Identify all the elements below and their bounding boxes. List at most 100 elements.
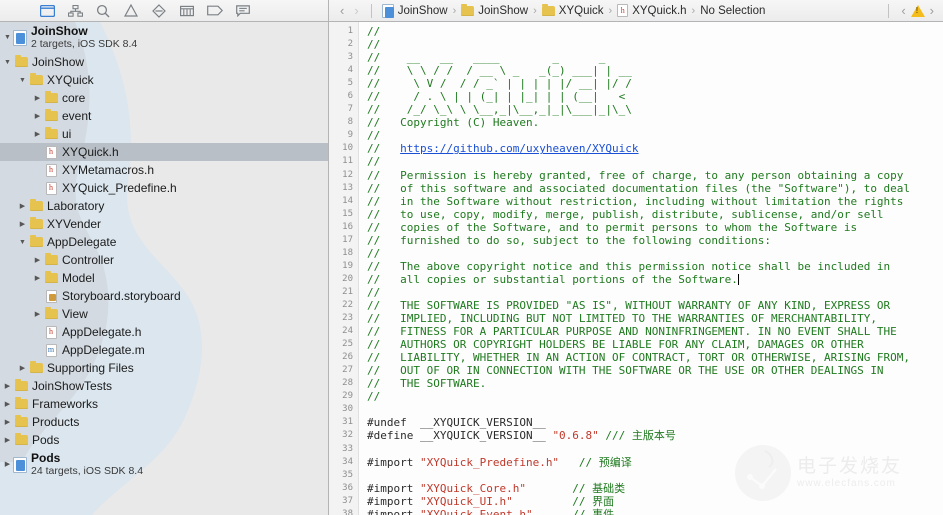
disclosure-triangle-icon[interactable]: ▶ xyxy=(32,275,43,282)
sidebar-item-event[interactable]: ▶event xyxy=(0,107,328,125)
previous-issue-button[interactable]: ‹ xyxy=(896,4,910,17)
sidebar-item-frameworks[interactable]: ▶Frameworks xyxy=(0,395,328,413)
disclosure-triangle-icon[interactable]: ▶ xyxy=(32,113,43,120)
project-navigator[interactable]: ▼ JoinShow 2 targets, iOS SDK 8.4 ▼JoinS… xyxy=(0,22,329,515)
pods-project-row[interactable]: ▶ Pods 24 targets, iOS SDK 8.4 xyxy=(0,449,328,480)
source-editor[interactable]: 1234567891011121314151617181920212223242… xyxy=(329,22,943,515)
project-name: JoinShow xyxy=(31,25,137,39)
code-token: #import xyxy=(367,495,420,508)
code-token: #import xyxy=(367,482,420,495)
sidebar-item-products[interactable]: ▶Products xyxy=(0,413,328,431)
folder-icon xyxy=(15,399,28,409)
line-number: 32 xyxy=(329,429,358,442)
item-icon xyxy=(43,255,59,265)
breadcrumb-item-xyquick[interactable]: XYQuick xyxy=(539,5,607,17)
code-token: // IMPLIED, INCLUDING BUT NOT LIMITED TO… xyxy=(367,312,877,325)
code-line: // of this software and associated docum… xyxy=(367,182,943,195)
code-line: // \ V / / / _` | | | | |/ __| |/ / xyxy=(367,77,943,90)
header-file-icon: h xyxy=(46,146,57,159)
code-line: // The above copyright notice and this p… xyxy=(367,260,943,273)
disclosure-triangle-icon[interactable]: ▶ xyxy=(17,203,28,210)
sidebar-item-label: JoinShowTests xyxy=(29,379,112,393)
debug-navigator-icon[interactable] xyxy=(174,1,200,21)
sidebar-item-joinshowtests[interactable]: ▶ JoinShowTests xyxy=(0,377,328,395)
code-line: // /_/ \_\ \ \__,_|\__,_|_|\___|_|\_\ xyxy=(367,103,943,116)
disclosure-triangle-icon[interactable]: ▶ xyxy=(2,461,13,468)
sidebar-item-appdelegate[interactable]: ▼AppDelegate xyxy=(0,233,328,251)
source-control-navigator-icon[interactable] xyxy=(62,1,88,21)
breadcrumb-item-no-selection[interactable]: No Selection xyxy=(697,5,768,17)
code-token: // of this software and associated docum… xyxy=(367,182,910,195)
line-number: 25 xyxy=(329,338,358,351)
disclosure-triangle-icon[interactable]: ▶ xyxy=(17,365,28,372)
folder-icon xyxy=(30,201,43,211)
item-icon xyxy=(43,93,59,103)
code-content[interactable]: ////// __ __ ____ _ _// \ \ / / / __ \ _… xyxy=(359,22,943,515)
disclosure-triangle-icon[interactable]: ▼ xyxy=(2,34,13,41)
breadcrumb-item-xyquick-h[interactable]: hXYQuick.h xyxy=(614,4,689,17)
line-number: 6 xyxy=(329,90,358,103)
folder-icon xyxy=(15,57,28,67)
code-token: // THE SOFTWARE. xyxy=(367,377,486,390)
disclosure-triangle-icon[interactable]: ▶ xyxy=(17,221,28,228)
search-navigator-icon[interactable] xyxy=(90,1,116,21)
sidebar-item-core[interactable]: ▶core xyxy=(0,89,328,107)
line-number: 2 xyxy=(329,38,358,51)
project-root-row[interactable]: ▼ JoinShow 2 targets, iOS SDK 8.4 xyxy=(0,22,328,53)
sidebar-item-xymetamacros-h[interactable]: ▶hXYMetamacros.h xyxy=(0,161,328,179)
code-line: // xyxy=(367,286,943,299)
sidebar-item-controller[interactable]: ▶Controller xyxy=(0,251,328,269)
disclosure-triangle-icon[interactable]: ▶ xyxy=(2,383,13,390)
disclosure-triangle-icon[interactable]: ▶ xyxy=(32,95,43,102)
jump-bar: ‹ › JoinShow›JoinShow›XYQuick›hXYQuick.h… xyxy=(329,0,943,21)
breadcrumb-item-joinshow[interactable]: JoinShow xyxy=(379,4,451,18)
text-cursor xyxy=(738,274,739,285)
breadcrumb-item-joinshow[interactable]: JoinShow xyxy=(458,5,531,17)
code-link[interactable]: https://github.com/uxyheaven/XYQuick xyxy=(400,142,638,155)
code-line: // THE SOFTWARE IS PROVIDED "AS IS", WIT… xyxy=(367,299,943,312)
code-token: // 预编译 xyxy=(559,456,632,469)
sidebar-item-xyquick-h[interactable]: ▶hXYQuick.h xyxy=(0,143,328,161)
sidebar-item-model[interactable]: ▶Model xyxy=(0,269,328,287)
sidebar-item-view[interactable]: ▶ View xyxy=(0,305,328,323)
disclosure-triangle-icon[interactable]: ▼ xyxy=(17,239,28,246)
back-button[interactable]: ‹ xyxy=(335,4,349,17)
disclosure-triangle-icon[interactable]: ▼ xyxy=(2,59,13,66)
disclosure-triangle-icon[interactable]: ▶ xyxy=(2,419,13,426)
disclosure-triangle-icon[interactable]: ▶ xyxy=(32,257,43,264)
code-line: // copies of the Software, and to permit… xyxy=(367,221,943,234)
sidebar-item-xyquick-predefine-h[interactable]: ▶hXYQuick_Predefine.h xyxy=(0,179,328,197)
disclosure-triangle-icon[interactable]: ▼ xyxy=(17,77,28,84)
folder-navigator-icon[interactable] xyxy=(34,1,60,21)
forward-button[interactable]: › xyxy=(349,4,363,17)
sidebar-item-xyvender[interactable]: ▶XYVender xyxy=(0,215,328,233)
code-line: // xyxy=(367,25,943,38)
code-line: // FITNESS FOR A PARTICULAR PURPOSE AND … xyxy=(367,325,943,338)
sidebar-item-appdelegate-h[interactable]: ▶hAppDelegate.h xyxy=(0,323,328,341)
line-number: 26 xyxy=(329,351,358,364)
sidebar-item-pods[interactable]: ▶Pods xyxy=(0,431,328,449)
warning-triangle-icon[interactable] xyxy=(911,5,925,17)
line-number: 22 xyxy=(329,299,358,312)
code-token: // \ \ / / / __ \ _ _(_) ___| | __ xyxy=(367,64,632,77)
disclosure-triangle-icon[interactable]: ▶ xyxy=(2,401,13,408)
sidebar-item-appdelegate-m[interactable]: ▶mAppDelegate.m xyxy=(0,341,328,359)
sidebar-item-ui[interactable]: ▶ui xyxy=(0,125,328,143)
report-navigator-icon[interactable] xyxy=(230,1,256,21)
disclosure-triangle-icon[interactable]: ▶ xyxy=(32,131,43,138)
next-issue-button[interactable]: › xyxy=(925,4,939,17)
issue-navigator-icon[interactable] xyxy=(118,1,144,21)
code-token: // xyxy=(367,390,380,403)
sidebar-item-label: View xyxy=(59,307,88,321)
sidebar-item-supporting-files[interactable]: ▶Supporting Files xyxy=(0,359,328,377)
test-navigator-icon[interactable] xyxy=(146,1,172,21)
disclosure-triangle-icon[interactable]: ▶ xyxy=(2,437,13,444)
breakpoint-navigator-icon[interactable] xyxy=(202,1,228,21)
breadcrumb-label: No Selection xyxy=(700,5,765,17)
disclosure-triangle-icon[interactable]: ▶ xyxy=(32,311,43,318)
sidebar-item-laboratory[interactable]: ▶Laboratory xyxy=(0,197,328,215)
sidebar-item-storyboard-storyboard[interactable]: ▶Storyboard.storyboard xyxy=(0,287,328,305)
item-icon: h xyxy=(43,164,59,177)
sidebar-item-joinshow[interactable]: ▼JoinShow xyxy=(0,53,328,71)
sidebar-item-xyquick[interactable]: ▼XYQuick xyxy=(0,71,328,89)
